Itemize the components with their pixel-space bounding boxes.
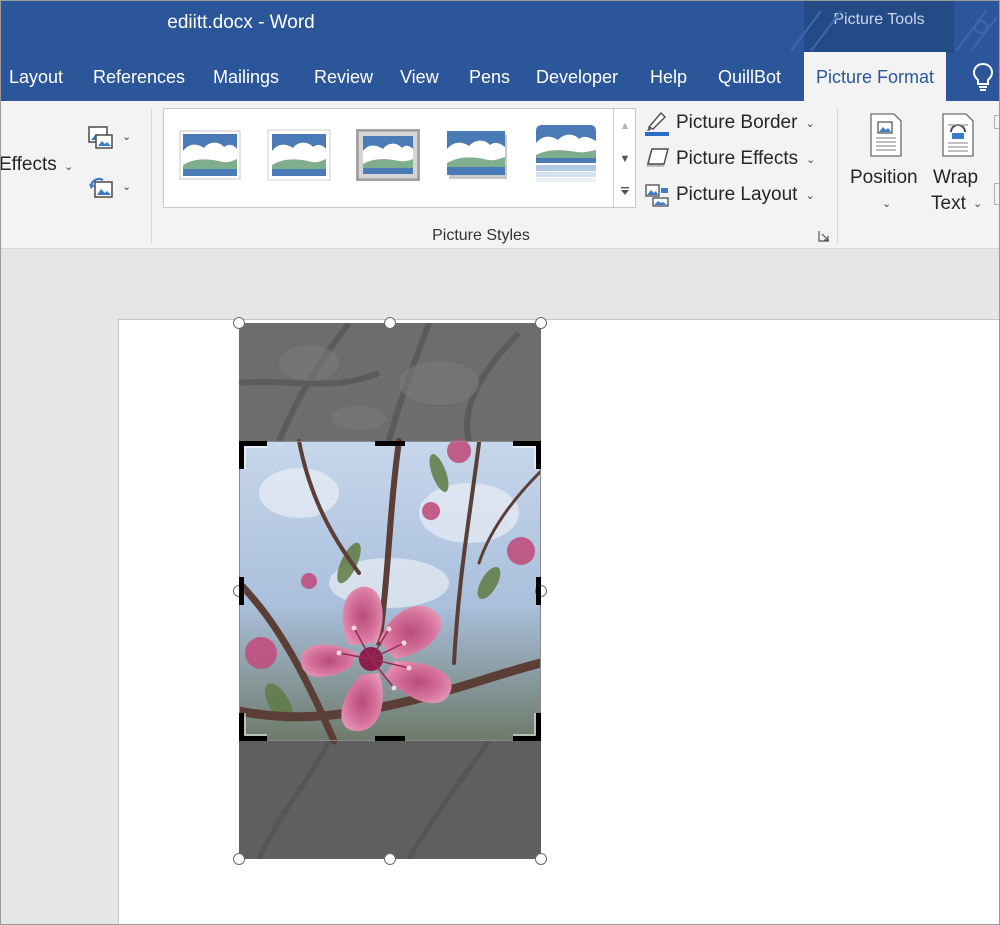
tab-pens[interactable]: Pens: [469, 52, 510, 101]
resize-handle-top[interactable]: [384, 317, 396, 329]
tab-references[interactable]: References: [93, 52, 185, 101]
tab-help[interactable]: Help: [650, 52, 687, 101]
wrap-text-label-line2: Text: [931, 193, 966, 214]
gallery-scroll-down[interactable]: ▼: [613, 143, 636, 175]
picture-styles-gallery: ▲ ▼: [163, 108, 636, 208]
lightbulb-icon[interactable]: [971, 62, 995, 92]
ribbon: Effects ⌄ ⌄ ⌄ ▲ ▼ Picture Border ⌄ Pictu…: [1, 101, 999, 249]
resize-handle-bottom-right[interactable]: [535, 853, 547, 865]
window-title: ediitt.docx - Word: [167, 12, 315, 33]
chevron-down-icon: ⌄: [806, 153, 816, 166]
resize-handle-bottom-left[interactable]: [233, 853, 245, 865]
picture-style-2[interactable]: [267, 129, 331, 181]
position-icon: [870, 113, 902, 157]
gallery-more-button[interactable]: [613, 175, 636, 207]
picture-border-icon: [645, 111, 669, 136]
picture-effects-button[interactable]: Picture Effects ⌄: [644, 144, 815, 174]
ribbon-tabs: Layout References Mailings Review View P…: [1, 52, 999, 101]
wrap-text-icon: [942, 113, 974, 157]
picture-border-button[interactable]: Picture Border ⌄: [644, 108, 815, 138]
dialog-launcher-icon[interactable]: [818, 230, 830, 242]
picture-layout-label: Picture Layout: [676, 184, 798, 205]
title-bar: ediitt.docx - Word Picture Tools Layout …: [1, 1, 999, 101]
chevron-down-icon[interactable]: ⌄: [122, 180, 131, 193]
picture-style-5[interactable]: [534, 123, 598, 185]
picture-effects-label: Picture Effects: [676, 148, 799, 169]
word-window: ediitt.docx - Word Picture Tools Layout …: [0, 0, 1000, 925]
picture-style-1[interactable]: [178, 129, 242, 181]
effects-button-label[interactable]: Effects: [1, 154, 57, 176]
compress-pictures-icon[interactable]: [87, 125, 115, 151]
resize-handle-top-right[interactable]: [535, 317, 547, 329]
wrap-text-label-line1: Wrap: [933, 167, 979, 188]
wrap-text-button[interactable]: Wrap Text ⌄: [931, 109, 989, 227]
gallery-scroll-up[interactable]: ▲: [613, 109, 636, 143]
tab-view[interactable]: View: [400, 52, 439, 101]
tab-developer[interactable]: Developer: [536, 52, 618, 101]
picture-layout-icon: [645, 184, 669, 207]
chevron-down-icon: ⌄: [882, 198, 892, 210]
picture-effects-icon: [646, 148, 669, 167]
chevron-down-icon: ⌄: [64, 161, 74, 173]
tab-layout[interactable]: Layout: [9, 52, 63, 101]
picture-border-label: Picture Border: [676, 112, 798, 133]
ribbon-separator: [151, 109, 152, 243]
picture-style-3-selected[interactable]: [356, 129, 420, 181]
picture-styles-group-label: Picture Styles: [432, 227, 530, 244]
ribbon-overflow-marker: [994, 183, 999, 205]
chevron-down-icon: ⌄: [805, 189, 815, 202]
position-button[interactable]: Position ⌄: [846, 109, 928, 227]
crop-handles[interactable]: [239, 441, 541, 741]
picture-layout-button[interactable]: Picture Layout ⌄: [644, 180, 815, 210]
tab-review[interactable]: Review: [314, 52, 373, 101]
tab-quillbot[interactable]: QuillBot: [718, 52, 781, 101]
chevron-down-icon: ⌄: [805, 117, 815, 130]
picture-style-4[interactable]: [445, 129, 509, 181]
chevron-down-icon: ⌄: [973, 198, 983, 210]
tab-picture-format[interactable]: Picture Format: [804, 52, 947, 101]
chevron-down-icon[interactable]: ⌄: [122, 130, 131, 143]
title-decoration-icon: [790, 10, 998, 52]
ribbon-separator: [837, 109, 838, 243]
ribbon-overflow-marker: [994, 115, 999, 129]
reset-picture-icon[interactable]: [87, 175, 115, 201]
tab-mailings[interactable]: Mailings: [213, 52, 279, 101]
resize-handle-top-left[interactable]: [233, 317, 245, 329]
position-label: Position: [850, 167, 918, 188]
gallery-more-icon: [621, 187, 629, 195]
resize-handle-bottom[interactable]: [384, 853, 396, 865]
cropping-picture[interactable]: [233, 317, 547, 865]
